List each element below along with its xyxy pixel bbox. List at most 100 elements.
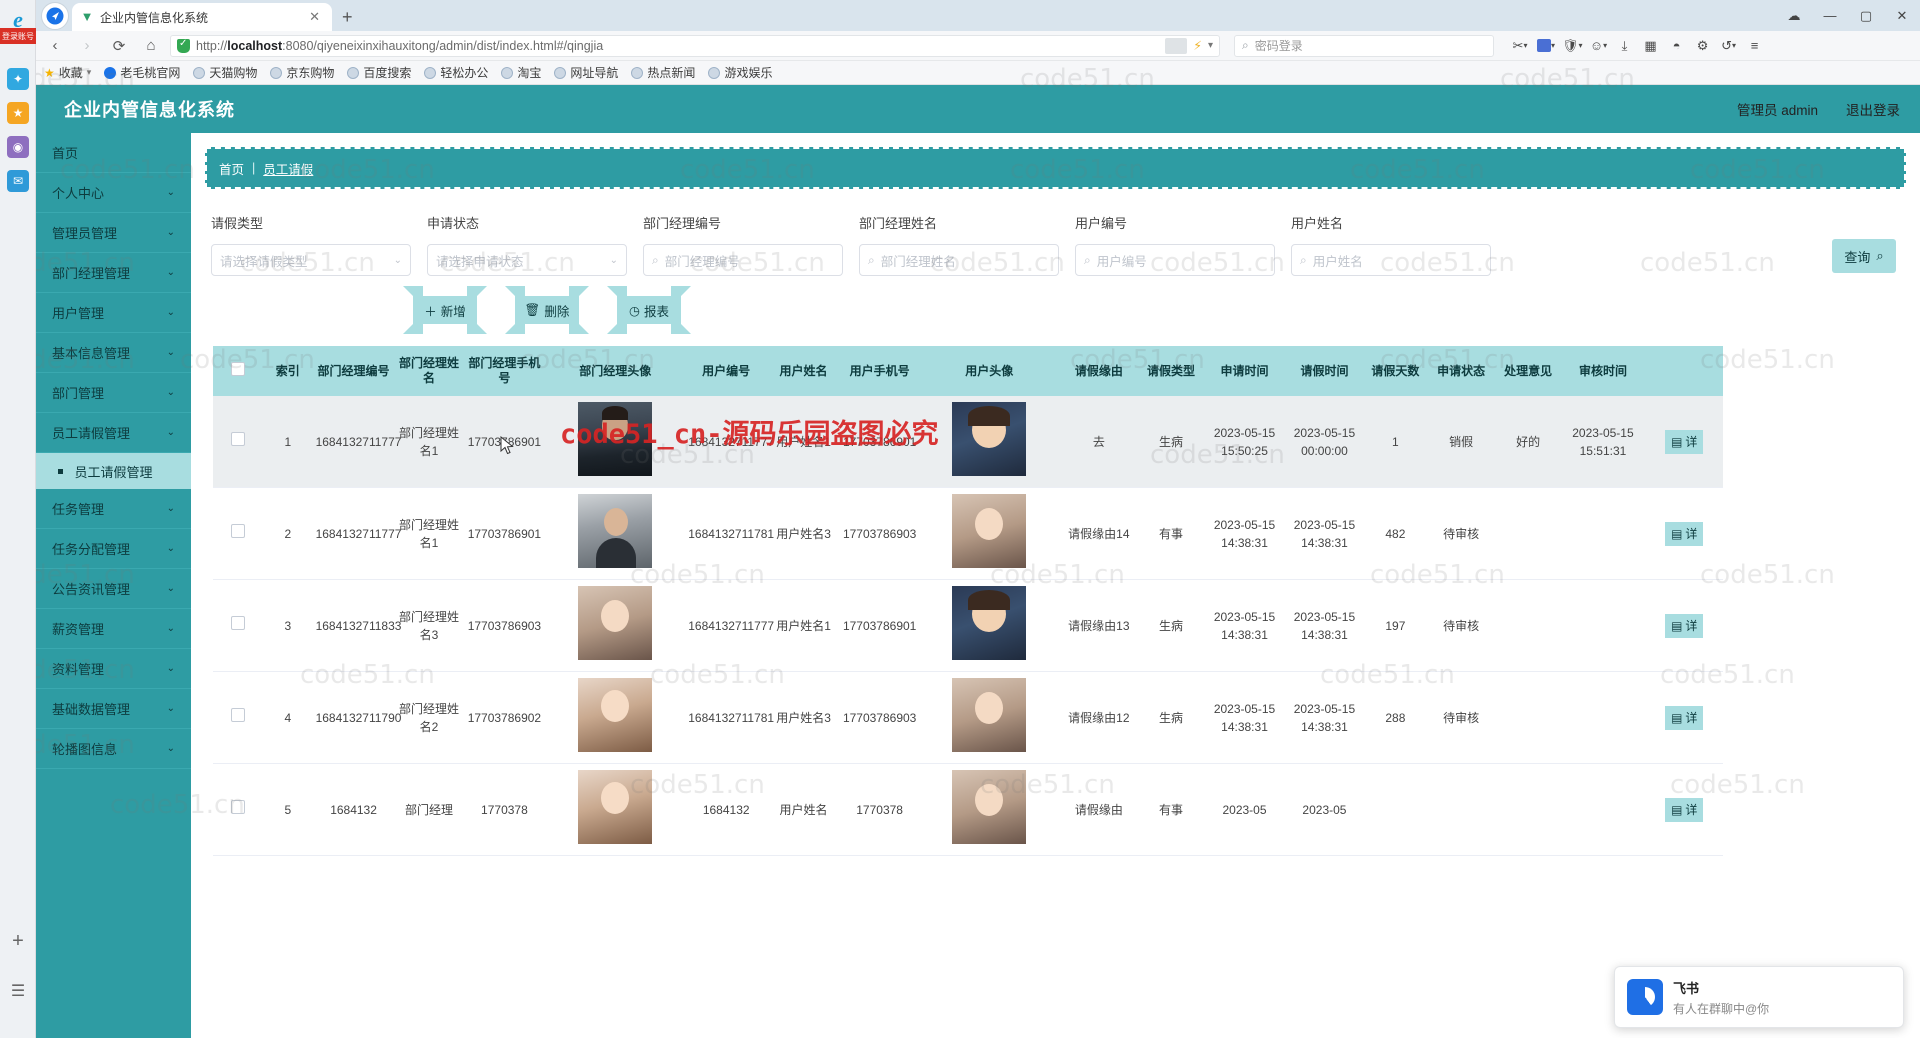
sidebar-item-task-assign-management[interactable]: 任务分配管理 ⌄	[36, 529, 191, 569]
sidebar-item-base-data-management[interactable]: 基础数据管理 ⌄	[36, 689, 191, 729]
shield-tool-icon[interactable]: 🛡 ▾	[1560, 34, 1585, 58]
bookmark-item[interactable]: 百度搜索	[347, 64, 411, 81]
settings-gear-icon[interactable]: ⚙	[1691, 34, 1715, 58]
checkbox-icon[interactable]	[230, 432, 245, 446]
user-avatar-icon[interactable]: ◓	[1665, 34, 1689, 58]
back-icon[interactable]: ‹	[42, 33, 68, 59]
row-checkbox-cell[interactable]	[213, 396, 262, 488]
bookmark-item[interactable]: 淘宝	[501, 64, 541, 81]
sidebar-item-user-management[interactable]: 用户管理 ⌄	[36, 293, 191, 333]
reload-icon[interactable]: ⟳	[106, 33, 132, 59]
detail-button[interactable]: ▤ 详	[1665, 521, 1704, 546]
avatar[interactable]	[952, 402, 1027, 476]
table-row[interactable]: 2 1684132711777 部门经理姓名1 17703786901 1684…	[213, 487, 1723, 580]
sidebar-item-basic-info-management[interactable]: 基本信息管理 ⌄	[36, 333, 191, 373]
rail-login-badge[interactable]: 登录账号	[0, 28, 36, 44]
row-checkbox-cell[interactable]	[213, 487, 262, 580]
select-all-header[interactable]	[213, 346, 262, 396]
bookmark-item[interactable]: 热点新闻	[631, 64, 695, 81]
close-icon[interactable]: ✕	[305, 9, 324, 25]
sidebar-item-document-management[interactable]: 资料管理 ⌄	[36, 649, 191, 689]
checkbox-icon[interactable]	[230, 616, 245, 630]
lightning-icon[interactable]: ⚡	[1193, 38, 1202, 53]
sidebar-item-salary-management[interactable]: 薪资管理 ⌄	[36, 609, 191, 649]
home-icon[interactable]: ⌂	[138, 33, 164, 59]
sidebar-subitem-leave-management-active[interactable]: 员工请假管理	[36, 453, 191, 489]
cell-user-avatar[interactable]	[918, 671, 1061, 764]
window-minimize-button[interactable]: —	[1812, 0, 1848, 31]
apps-grid-icon[interactable]: ▦	[1639, 34, 1663, 58]
user-name-input[interactable]: ⌕ 用户姓名	[1291, 244, 1491, 276]
detail-button[interactable]: ▤ 详	[1665, 613, 1704, 638]
cell-user-avatar[interactable]	[918, 487, 1061, 580]
browser-tab[interactable]: ▼ 企业内管信息化系统 ✕	[72, 3, 332, 31]
row-checkbox-cell[interactable]	[213, 671, 262, 764]
bookmark-item[interactable]: 游戏娱乐	[708, 64, 772, 81]
detail-button[interactable]: ▤ 详	[1665, 797, 1704, 822]
sidebar-item-announcement-management[interactable]: 公告资讯管理 ⌄	[36, 569, 191, 609]
cell-user-avatar[interactable]	[918, 763, 1061, 856]
cell-manager-avatar[interactable]	[544, 579, 687, 672]
search-button[interactable]: 查询 ⌕	[1832, 239, 1896, 273]
cell-manager-avatar[interactable]	[544, 763, 687, 856]
cell-actions[interactable]: ▤ 详	[1645, 763, 1723, 856]
rail-list-icon[interactable]: ☰	[0, 974, 36, 1008]
cell-actions[interactable]: ▤ 详	[1645, 671, 1723, 764]
address-bar[interactable]: http://localhost:8080/qiyeneixinxihauxit…	[170, 34, 1220, 57]
checkbox-icon[interactable]	[230, 708, 245, 722]
avatar[interactable]	[952, 678, 1027, 752]
detail-button[interactable]: ▤ 详	[1665, 429, 1704, 454]
browser-logo-icon[interactable]	[41, 2, 69, 30]
bookmark-item[interactable]: 京东购物	[270, 64, 334, 81]
window-maximize-button[interactable]: ▢	[1848, 0, 1884, 31]
sidebar-item-task-management[interactable]: 任务管理 ⌄	[36, 489, 191, 529]
avatar[interactable]	[952, 586, 1027, 660]
feishu-toast[interactable]: 飞书 有人在群聊中@你	[1614, 966, 1904, 1028]
avatar[interactable]	[952, 770, 1027, 844]
manager-name-input[interactable]: ⌕ 部门经理姓名	[859, 244, 1059, 276]
history-icon[interactable]: ↺ ▾	[1717, 34, 1741, 58]
rail-add-icon[interactable]: +	[0, 924, 36, 958]
menu-icon[interactable]: ≡	[1743, 34, 1767, 58]
table-row[interactable]: 1 1684132711777 部门经理姓名1 17703786901 1684…	[213, 396, 1723, 488]
cell-manager-avatar[interactable]	[544, 487, 687, 580]
rail-mail-icon[interactable]: ✉	[0, 164, 36, 198]
table-row[interactable]: 4 1684132711790 部门经理姓名2 17703786902 1684…	[213, 671, 1723, 764]
checkbox-icon[interactable]	[230, 362, 245, 376]
avatar[interactable]	[578, 770, 653, 844]
table-row[interactable]: 5 1684132 部门经理 1770378 1684132 用户姓名 1770…	[213, 763, 1723, 856]
apply-status-select[interactable]: 请选择申请状态 ⌄	[427, 244, 627, 276]
avatar[interactable]	[578, 586, 653, 660]
detail-button[interactable]: ▤ 详	[1665, 705, 1704, 730]
cell-user-avatar[interactable]	[918, 579, 1061, 672]
checkbox-icon[interactable]	[230, 800, 245, 814]
rail-star-icon[interactable]: ★	[0, 96, 36, 130]
download-icon[interactable]: ⤓	[1613, 34, 1637, 58]
sidebar-item-dept-manager-management[interactable]: 部门经理管理 ⌄	[36, 253, 191, 293]
cell-actions[interactable]: ▤ 详	[1645, 579, 1723, 672]
table-row[interactable]: 3 1684132711833 部门经理姓名3 17703786903 1684…	[213, 579, 1723, 672]
sidebar-item-admin-management[interactable]: 管理员管理 ⌄	[36, 213, 191, 253]
sidebar-item-dept-management[interactable]: 部门管理 ⌄	[36, 373, 191, 413]
leave-type-select[interactable]: 请选择请假类型 ⌄	[211, 244, 411, 276]
palette-icon[interactable]: ▾	[1534, 34, 1558, 58]
avatar[interactable]	[952, 494, 1027, 568]
cell-manager-avatar[interactable]	[544, 671, 687, 764]
sidebar-item-leave-management[interactable]: 员工请假管理 ⌄	[36, 413, 191, 453]
sidebar-item-personal-center[interactable]: 个人中心 ⌄	[36, 173, 191, 213]
manager-no-input[interactable]: ⌕ 部门经理编号	[643, 244, 843, 276]
cell-actions[interactable]: ▤ 详	[1645, 487, 1723, 580]
bookmark-favorites[interactable]: ★ 收藏 ▾	[44, 64, 91, 81]
cell-user-avatar[interactable]	[918, 396, 1061, 488]
user-no-input[interactable]: ⌕ 用户编号	[1075, 244, 1275, 276]
bookmark-item[interactable]: 轻松办公	[424, 64, 488, 81]
sidebar-item-home[interactable]: 首页	[36, 133, 191, 173]
row-checkbox-cell[interactable]	[213, 579, 262, 672]
browser-cloud-icon[interactable]: ☁	[1776, 0, 1812, 31]
avatar[interactable]	[578, 494, 653, 568]
omnibox-chip-icon[interactable]	[1165, 37, 1188, 54]
logout-button[interactable]: 退出登录	[1846, 99, 1900, 119]
breadcrumb-home[interactable]: 首页	[219, 159, 244, 178]
avatar[interactable]	[578, 678, 653, 752]
bookmark-item[interactable]: 老毛桃官网	[104, 64, 180, 81]
